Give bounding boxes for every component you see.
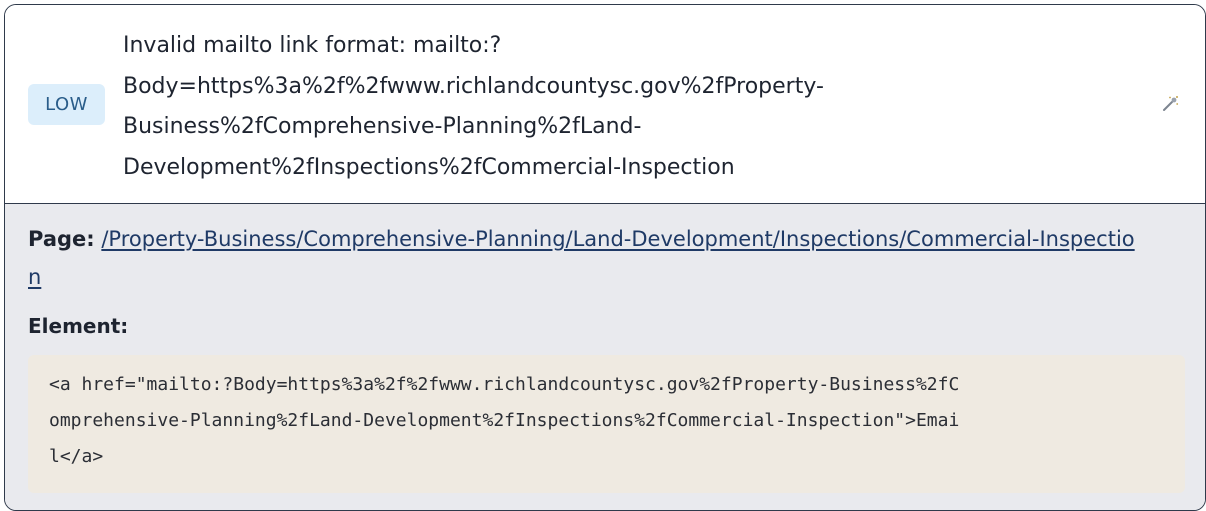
issue-header: LOW Invalid mailto link format: mailto:?…	[5, 5, 1205, 204]
magic-wand-icon[interactable]	[1157, 91, 1183, 117]
code-line: <a href="mailto:?Body=https%3a%2f%2fwww.…	[49, 374, 960, 395]
page-url-text: n	[28, 265, 42, 289]
element-code-block: <a href="mailto:?Body=https%3a%2f%2fwww.…	[28, 355, 1185, 493]
page-url-text: /Property-Business/Comprehensive-Plannin…	[101, 227, 1135, 251]
element-label: Element:	[28, 314, 129, 338]
issue-message-line: Development%2fInspections%2fCommercial-I…	[123, 154, 735, 180]
page-url-link[interactable]: /Property-Business/Comprehensive-Plannin…	[28, 227, 1135, 289]
page-info: Page: /Property-Business/Comprehensive-P…	[28, 220, 1188, 296]
page-label: Page:	[28, 227, 95, 251]
issue-message-line: Body=https%3a%2f%2fwww.richlandcountysc.…	[123, 73, 824, 99]
issue-details: Page: /Property-Business/Comprehensive-P…	[5, 204, 1205, 510]
issue-message-line: Invalid mailto link format: mailto:?	[123, 33, 502, 58]
code-line: omprehensive-Planning%2fLand-Development…	[49, 410, 960, 431]
code-line: l</a>	[49, 446, 104, 467]
issue-message-line: Business%2fComprehensive-Planning%2fLand…	[123, 114, 642, 139]
severity-badge: LOW	[28, 84, 105, 125]
issue-card: LOW Invalid mailto link format: mailto:?…	[4, 4, 1206, 511]
issue-message: Invalid mailto link format: mailto:? Bod…	[123, 26, 1143, 188]
